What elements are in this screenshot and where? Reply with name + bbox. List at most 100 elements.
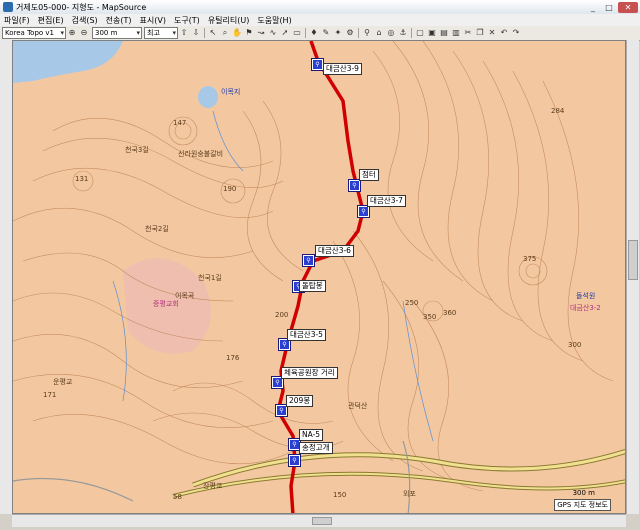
- maximize-button[interactable]: □: [602, 2, 616, 13]
- zoom-tool-icon[interactable]: ⌕: [220, 28, 230, 38]
- track-list-icon[interactable]: ✦: [333, 28, 343, 38]
- hiking-waypoint-icon[interactable]: ⚲: [288, 454, 301, 467]
- map-list-icon[interactable]: ⚙: [345, 28, 355, 38]
- map-scale: 300 m: [572, 489, 595, 497]
- elevation-label: 250: [405, 299, 419, 307]
- menu-transfer[interactable]: 전송(T): [102, 15, 136, 26]
- menu-search[interactable]: 검색(S): [68, 15, 102, 26]
- menu-help[interactable]: 도움말(H): [253, 15, 295, 26]
- measure-tool-icon[interactable]: ▭: [292, 28, 302, 38]
- title-bar: 거제도05-000- 지형도 - MapSource _ □ ✕: [0, 0, 640, 15]
- elevation-label: 171: [43, 391, 57, 399]
- receive-from-device-icon[interactable]: ⇩: [191, 28, 201, 38]
- window-title: 거제도05-000- 지형도 - MapSource: [16, 2, 147, 12]
- horizontal-scrollbar[interactable]: [12, 514, 626, 527]
- elevation-label: 58: [173, 493, 182, 501]
- toolbar-separator: [358, 28, 359, 38]
- map-label: 천국1길: [198, 274, 222, 282]
- map-label: 천국2길: [145, 225, 169, 233]
- toolbar: Korea Topo v1 ⊕ ⊖ 300 m 최고 ⇧ ⇩ ↖ ⌕ ✋ ⚑ ↝…: [0, 26, 640, 41]
- undo-icon[interactable]: ↶: [499, 28, 509, 38]
- map-label: 외포: [403, 490, 416, 498]
- waypoint-label[interactable]: 대금산3-6: [315, 245, 354, 257]
- recent-finds-icon[interactable]: ⚓: [398, 28, 408, 38]
- track-tool-icon[interactable]: ∿: [268, 28, 278, 38]
- redo-icon[interactable]: ↷: [511, 28, 521, 38]
- map-view[interactable]: ⚲ 대금산3-9 ⚲ 점터 ⚲ 대금산3-7 ⚲ 대금산3-6 ⚲ 돌탑봉 ⚲ …: [12, 40, 626, 514]
- menu-file[interactable]: 파일(F): [0, 15, 34, 26]
- send-to-device-icon[interactable]: ⇧: [179, 28, 189, 38]
- elevation-label: 284: [551, 107, 565, 115]
- toolbar-separator: [411, 28, 412, 38]
- copy-icon[interactable]: ❐: [475, 28, 485, 38]
- map-label: 대금산3-2: [570, 304, 601, 312]
- map-label: 장평교: [203, 482, 223, 490]
- map-product-select[interactable]: Korea Topo v1: [2, 27, 66, 39]
- zoom-select[interactable]: 300 m: [92, 27, 142, 39]
- pointer-tool-icon[interactable]: ➚: [280, 28, 290, 38]
- elevation-label: 300: [568, 341, 582, 349]
- hiking-waypoint-icon[interactable]: ⚲: [357, 205, 370, 218]
- horizontal-scroll-thumb[interactable]: [312, 517, 332, 525]
- elevation-label: 131: [75, 175, 89, 183]
- toolbar-separator: [305, 28, 306, 38]
- map-label: 돌석원: [576, 292, 596, 300]
- hand-tool-icon[interactable]: ✋: [232, 28, 242, 38]
- menu-edit[interactable]: 편집(E): [34, 15, 68, 26]
- vertical-scrollbar[interactable]: [626, 40, 639, 514]
- waypoint-label[interactable]: 209봉: [286, 395, 314, 407]
- minimize-button[interactable]: _: [586, 2, 600, 13]
- app-icon: [3, 2, 13, 12]
- gps-status: GPS 지도 정보도: [554, 499, 611, 511]
- cut-icon[interactable]: ✂: [463, 28, 473, 38]
- waypoint-label[interactable]: 체육공원장 거리: [281, 367, 338, 379]
- waypoint-label[interactable]: 점터: [359, 169, 379, 181]
- map-label: 운평교: [53, 378, 73, 386]
- new-file-icon[interactable]: ▢: [415, 28, 425, 38]
- map-label: 신라원숭불갈비: [178, 150, 224, 158]
- open-file-icon[interactable]: ▣: [427, 28, 437, 38]
- delete-icon[interactable]: ✕: [487, 28, 497, 38]
- vertical-scroll-thumb[interactable]: [628, 240, 638, 280]
- print-icon[interactable]: ▥: [451, 28, 461, 38]
- elevation-label: 200: [275, 311, 289, 319]
- menu-tools[interactable]: 도구(T): [170, 15, 204, 26]
- zoom-in-icon[interactable]: ⊕: [67, 28, 77, 38]
- find-places-icon[interactable]: ⌂: [374, 28, 384, 38]
- elevation-label: 360: [443, 309, 457, 317]
- waypoint-list-icon[interactable]: ♦: [309, 28, 319, 38]
- menu-utilities[interactable]: 유틸리티(U): [204, 15, 254, 26]
- route-tool-icon[interactable]: ↝: [256, 28, 266, 38]
- find-nearest-icon[interactable]: ◎: [386, 28, 396, 38]
- hiking-waypoint-icon[interactable]: ⚲: [348, 179, 361, 192]
- hiking-waypoint-icon[interactable]: ⚲: [311, 58, 324, 71]
- map-label: 이목곡: [175, 292, 195, 300]
- menu-view[interactable]: 표시(V): [136, 15, 170, 26]
- map-label: 이목지: [221, 88, 241, 96]
- menu-bar: 파일(F) 편집(E) 검색(S) 전송(T) 표시(V) 도구(T) 유틸리티…: [0, 14, 640, 26]
- waypoint-label[interactable]: 대금산3-7: [367, 195, 406, 207]
- close-button[interactable]: ✕: [618, 1, 638, 13]
- elevation-label: 350: [423, 313, 437, 321]
- find-icon[interactable]: ⚲: [362, 28, 372, 38]
- waypoint-label[interactable]: 대금산3-5: [287, 329, 326, 341]
- detail-select[interactable]: 최고: [144, 27, 178, 39]
- select-tool-icon[interactable]: ↖: [208, 28, 218, 38]
- waypoint-label[interactable]: NA-5: [299, 429, 324, 441]
- route-list-icon[interactable]: ✎: [321, 28, 331, 38]
- map-label: 천국3길: [125, 146, 149, 154]
- map-label: 관덕산: [348, 402, 368, 410]
- zoom-out-icon[interactable]: ⊖: [79, 28, 89, 38]
- elevation-label: 147: [173, 119, 187, 127]
- waypoint-label[interactable]: 대금산3-9: [323, 63, 362, 75]
- waypoint-label[interactable]: 송정고개: [299, 442, 333, 454]
- elevation-label: 150: [333, 491, 347, 499]
- waypoint-tool-icon[interactable]: ⚑: [244, 28, 254, 38]
- elevation-label: 176: [226, 354, 240, 362]
- toolbar-separator: [204, 28, 205, 38]
- elevation-label: 190: [223, 185, 237, 193]
- waypoint-label[interactable]: 돌탑봉: [299, 280, 326, 292]
- elevation-label: 375: [523, 255, 537, 263]
- hiking-waypoint-icon[interactable]: ⚲: [302, 254, 315, 267]
- save-file-icon[interactable]: ▤: [439, 28, 449, 38]
